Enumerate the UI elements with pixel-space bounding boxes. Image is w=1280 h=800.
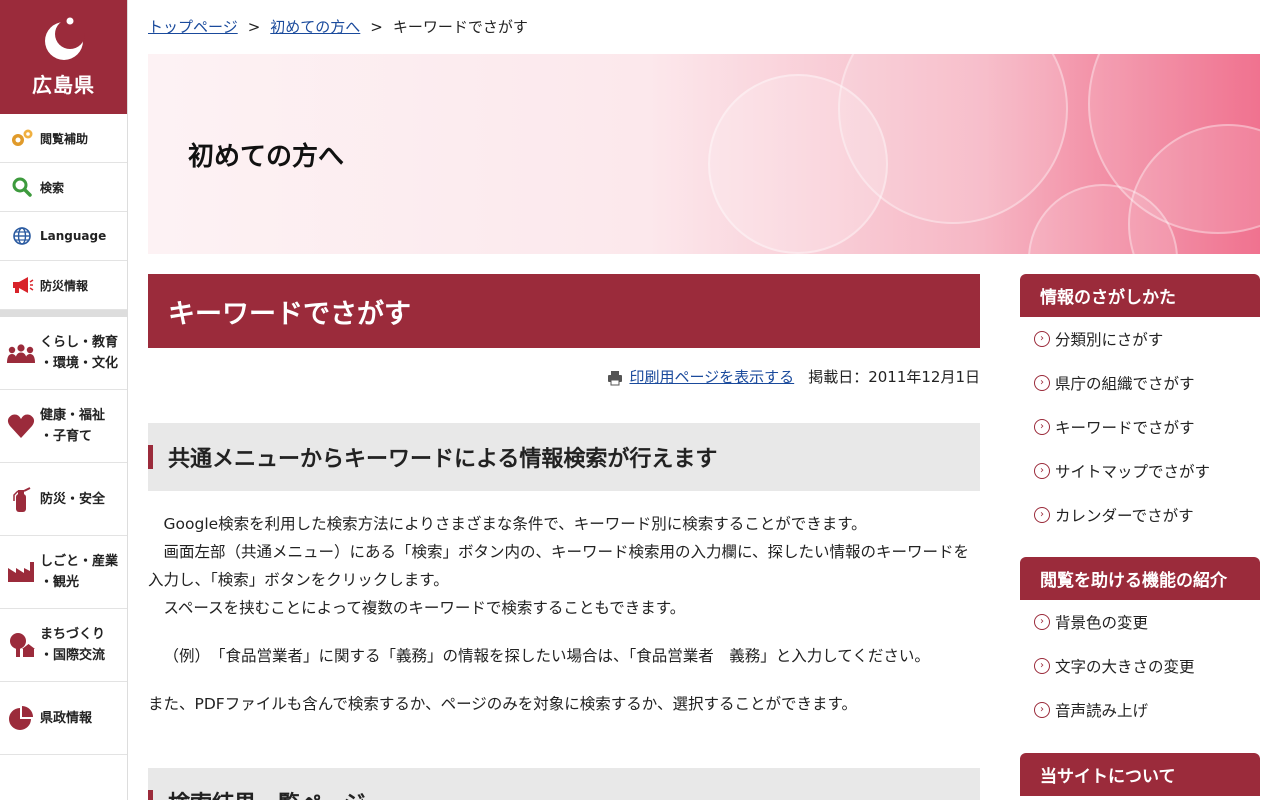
breadcrumb: トップページ > 初めての方へ > キーワードでさがす — [148, 16, 528, 37]
category-label: しごと・産業 — [40, 554, 119, 569]
breadcrumb-home-link[interactable]: トップページ — [148, 18, 238, 36]
people-icon — [6, 338, 36, 368]
section-heading: 共通メニューからキーワードによる情報検索が行えます — [148, 423, 980, 491]
search-icon — [10, 175, 34, 199]
page-title: キーワードでさがす — [148, 274, 980, 348]
chevron-right-icon: › — [1034, 614, 1050, 630]
category-town-international[interactable]: まちづくり・国際交流 — [0, 609, 127, 682]
chevron-right-icon: › — [1034, 702, 1050, 718]
category-disaster-safety[interactable]: 防災・安全 — [0, 463, 127, 536]
factory-icon — [6, 557, 36, 587]
chevron-right-icon: › — [1034, 375, 1050, 391]
tool-label: 検索 — [40, 180, 65, 195]
paragraph: スペースを挟むことによって複数のキーワードで検索することもできます。 — [163, 599, 686, 617]
chevron-right-icon: › — [1034, 658, 1050, 674]
section-body: Google検索を利用した検索方法によりさまざまな条件で、キーワード別に検索する… — [148, 510, 980, 718]
print-page-link[interactable]: 印刷用ページを表示する — [629, 368, 794, 386]
search-methods-box: 情報のさがしかた › 分類別にさがす › 県庁の組織でさがす › キーワードでさがす … — [1020, 274, 1260, 537]
search-method-link[interactable]: › サイトマップでさがす — [1020, 449, 1260, 493]
category-label-2: ・国際交流 — [40, 648, 106, 663]
paragraph: （例） 「食品営業者」に関する「義務」の情報を探したい場合は、「食品営業者 義務… — [163, 647, 930, 665]
paragraph: また、PDFファイルも含んで検索するか、ページのみを対象に検索するか、選択するこ… — [148, 695, 857, 713]
pie-chart-icon — [6, 703, 36, 733]
paragraph: 画面左部（共通メニュー）にある「検索」ボタン内の、キーワード検索用の入力欄に、探… — [148, 543, 970, 589]
box-heading: 当サイトについて — [1020, 753, 1260, 796]
moon-logo-icon — [44, 17, 85, 60]
tool-label: 閲覧補助 — [40, 131, 89, 146]
search-method-link[interactable]: › カレンダーでさがす — [1020, 493, 1260, 537]
page-meta: 印刷用ページを表示する 掲載日：2011年12月1日 — [148, 366, 980, 387]
published-date: 掲載日：2011年12月1日 — [808, 368, 980, 386]
breadcrumb-separator: > — [370, 18, 383, 36]
category-label: 健康・福祉 — [40, 408, 106, 423]
category-label-2: ・環境・文化 — [40, 356, 119, 371]
search-method-link[interactable]: › 分類別にさがす — [1020, 317, 1260, 361]
printer-icon — [608, 370, 623, 385]
feature-link[interactable]: › 音声読み上げ — [1020, 688, 1260, 732]
chevron-right-icon: › — [1034, 463, 1050, 479]
category-label: くらし・教育 — [40, 335, 119, 350]
tool-disaster-info[interactable]: 防災情報 — [0, 261, 127, 310]
sidebar: 広島県 閲覧補助 検索 Language 防災情報 くらし・教育・環境・文化 — [0, 0, 128, 800]
breadcrumb-current: キーワードでさがす — [392, 18, 528, 36]
tool-label: 防災情報 — [40, 278, 89, 293]
feature-link[interactable]: › 背景色の変更 — [1020, 600, 1260, 644]
chevron-right-icon: › — [1034, 507, 1050, 523]
category-work-industry[interactable]: しごと・産業 ・観光 — [0, 536, 127, 609]
box-heading: 閲覧を助ける機能の紹介 — [1020, 557, 1260, 600]
category-prefectural-govt[interactable]: 県政情報 — [0, 682, 127, 755]
category-label: まちづくり — [40, 627, 106, 642]
hero-banner: 初めての方へ — [148, 54, 1260, 254]
accessibility-features-box: 閲覧を助ける機能の紹介 › 背景色の変更 › 文字の大きさの変更 › 音声読み上げ — [1020, 557, 1260, 732]
site-logo[interactable]: 広島県 — [0, 0, 127, 114]
heart-icon — [6, 411, 36, 441]
gears-icon — [10, 126, 34, 150]
about-site-box: 当サイトについて — [1020, 753, 1260, 796]
box-heading: 情報のさがしかた — [1020, 274, 1260, 317]
fire-extinguisher-icon — [6, 484, 36, 514]
section-heading: 検索結果一覧ページ — [148, 768, 980, 800]
site-name: 広島県 — [32, 72, 95, 97]
tree-house-icon — [6, 630, 36, 660]
category-label: 県政情報 — [40, 710, 93, 726]
tool-accessibility[interactable]: 閲覧補助 — [0, 114, 127, 163]
breadcrumb-separator: > — [247, 18, 261, 36]
category-life-education[interactable]: くらし・教育 ・環境・文化 — [0, 317, 127, 390]
category-label: 防災・安全 — [40, 491, 106, 507]
category-label-2: ・観光 — [40, 575, 80, 590]
tool-search[interactable]: 検索 — [0, 163, 127, 212]
paragraph: Google検索を利用した検索方法によりさまざまな条件で、キーワード別に検索する… — [163, 515, 867, 533]
search-method-link[interactable]: › キーワードでさがす — [1020, 405, 1260, 449]
hero-decor-circle — [708, 74, 888, 254]
breadcrumb-parent-link[interactable]: 初めての方へ — [270, 18, 360, 36]
chevron-right-icon: › — [1034, 419, 1050, 435]
chevron-right-icon: › — [1034, 331, 1050, 347]
hero-title: 初めての方へ — [188, 142, 345, 172]
category-label-2: ・子育て — [40, 429, 93, 444]
tool-label: Language — [40, 229, 107, 243]
megaphone-icon — [10, 273, 34, 297]
sidebar-divider — [0, 310, 127, 317]
feature-link[interactable]: › 文字の大きさの変更 — [1020, 644, 1260, 688]
search-method-link[interactable]: › 県庁の組織でさがす — [1020, 361, 1260, 405]
category-health-welfare[interactable]: 健康・福祉 ・子育て — [0, 390, 127, 463]
globe-icon — [10, 224, 34, 248]
tool-language[interactable]: Language — [0, 212, 127, 261]
